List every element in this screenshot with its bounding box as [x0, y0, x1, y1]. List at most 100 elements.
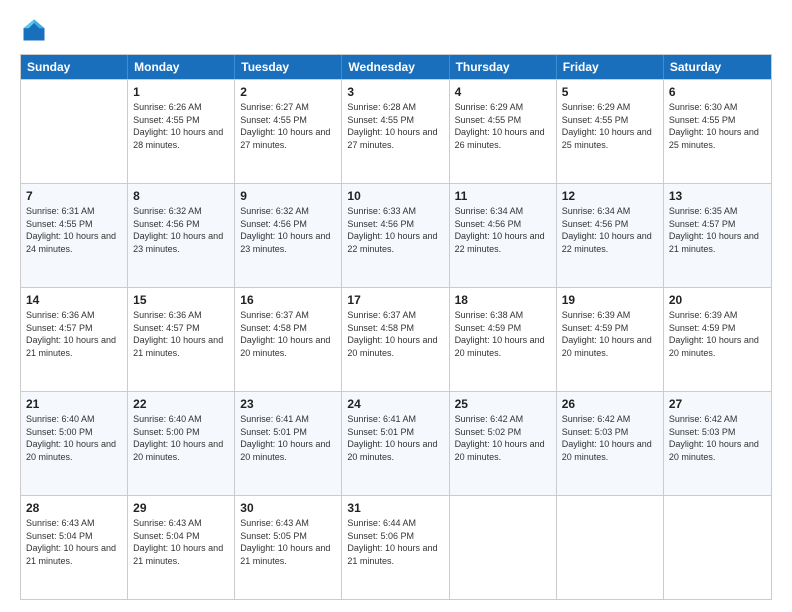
calendar-cell: 6Sunrise: 6:30 AMSunset: 4:55 PMDaylight… [664, 80, 771, 183]
day-number: 26 [562, 396, 658, 412]
calendar-cell [21, 80, 128, 183]
cell-info: Sunrise: 6:28 AMSunset: 4:55 PMDaylight:… [347, 101, 443, 151]
calendar-cell: 24Sunrise: 6:41 AMSunset: 5:01 PMDayligh… [342, 392, 449, 495]
cell-info: Sunrise: 6:43 AMSunset: 5:04 PMDaylight:… [133, 517, 229, 567]
cell-info: Sunrise: 6:26 AMSunset: 4:55 PMDaylight:… [133, 101, 229, 151]
cell-info: Sunrise: 6:39 AMSunset: 4:59 PMDaylight:… [669, 309, 766, 359]
calendar-cell [557, 496, 664, 599]
day-number: 27 [669, 396, 766, 412]
day-number: 29 [133, 500, 229, 516]
day-number: 4 [455, 84, 551, 100]
cell-info: Sunrise: 6:41 AMSunset: 5:01 PMDaylight:… [347, 413, 443, 463]
calendar-cell: 31Sunrise: 6:44 AMSunset: 5:06 PMDayligh… [342, 496, 449, 599]
header-day-thursday: Thursday [450, 55, 557, 79]
calendar: SundayMondayTuesdayWednesdayThursdayFrid… [20, 54, 772, 600]
calendar-row-4: 21 Sunrise: 6:40 AMSunset: 5:00 PMDayligh… [21, 391, 771, 495]
day-number: 23 [240, 396, 336, 412]
day-number: 2 [240, 84, 336, 100]
cell-info: Sunrise: 6:42 AMSunset: 5:02 PMDaylight:… [455, 413, 551, 463]
calendar-cell: 25Sunrise: 6:42 AMSunset: 5:02 PMDayligh… [450, 392, 557, 495]
cell-info: Sunrise: 6:36 AMSunset: 4:57 PMDaylight:… [133, 309, 229, 359]
header-day-saturday: Saturday [664, 55, 771, 79]
cell-info: Sunrise: 6:27 AMSunset: 4:55 PMDaylight:… [240, 101, 336, 151]
cell-info: Sunrise: 6:38 AMSunset: 4:59 PMDaylight:… [455, 309, 551, 359]
calendar-row-5: 28 Sunrise: 6:43 AMSunset: 5:04 PMDayligh… [21, 495, 771, 599]
day-number: 5 [562, 84, 658, 100]
calendar-cell: 12Sunrise: 6:34 AMSunset: 4:56 PMDayligh… [557, 184, 664, 287]
day-number: 30 [240, 500, 336, 516]
day-number: 8 [133, 188, 229, 204]
logo [20, 16, 52, 44]
day-number: 16 [240, 292, 336, 308]
cell-info: Sunrise: 6:41 AMSunset: 5:01 PMDaylight:… [240, 413, 336, 463]
calendar-cell: 1Sunrise: 6:26 AMSunset: 4:55 PMDaylight… [128, 80, 235, 183]
calendar-cell [664, 496, 771, 599]
cell-info: Sunrise: 6:32 AMSunset: 4:56 PMDaylight:… [240, 205, 336, 255]
page: SundayMondayTuesdayWednesdayThursdayFrid… [0, 0, 792, 612]
calendar-cell: 23Sunrise: 6:41 AMSunset: 5:01 PMDayligh… [235, 392, 342, 495]
cell-info: Sunrise: 6:36 AMSunset: 4:57 PMDaylight:… [26, 309, 122, 359]
cell-info: Sunrise: 6:32 AMSunset: 4:56 PMDaylight:… [133, 205, 229, 255]
cell-info: Sunrise: 6:39 AMSunset: 4:59 PMDaylight:… [562, 309, 658, 359]
calendar-cell: 19Sunrise: 6:39 AMSunset: 4:59 PMDayligh… [557, 288, 664, 391]
cell-info: Sunrise: 6:37 AMSunset: 4:58 PMDaylight:… [347, 309, 443, 359]
cell-info: Sunrise: 6:35 AMSunset: 4:57 PMDaylight:… [669, 205, 766, 255]
logo-icon [20, 16, 48, 44]
cell-info: Sunrise: 6:42 AMSunset: 5:03 PMDaylight:… [562, 413, 658, 463]
calendar-cell: 8Sunrise: 6:32 AMSunset: 4:56 PMDaylight… [128, 184, 235, 287]
day-number: 14 [26, 292, 122, 308]
cell-info: Sunrise: 6:34 AMSunset: 4:56 PMDaylight:… [562, 205, 658, 255]
day-number: 6 [669, 84, 766, 100]
day-number: 7 [26, 188, 122, 204]
day-number: 24 [347, 396, 443, 412]
cell-info: Sunrise: 6:42 AMSunset: 5:03 PMDaylight:… [669, 413, 766, 463]
day-number: 3 [347, 84, 443, 100]
header-day-friday: Friday [557, 55, 664, 79]
calendar-cell: 22Sunrise: 6:40 AMSunset: 5:00 PMDayligh… [128, 392, 235, 495]
calendar-cell: 15Sunrise: 6:36 AMSunset: 4:57 PMDayligh… [128, 288, 235, 391]
day-number: 9 [240, 188, 336, 204]
day-number: 18 [455, 292, 551, 308]
calendar-cell: 2Sunrise: 6:27 AMSunset: 4:55 PMDaylight… [235, 80, 342, 183]
calendar-cell: 10Sunrise: 6:33 AMSunset: 4:56 PMDayligh… [342, 184, 449, 287]
calendar-cell: 4Sunrise: 6:29 AMSunset: 4:55 PMDaylight… [450, 80, 557, 183]
calendar-cell: 28Sunrise: 6:43 AMSunset: 5:04 PMDayligh… [21, 496, 128, 599]
header [20, 16, 772, 44]
calendar-body: 1Sunrise: 6:26 AMSunset: 4:55 PMDaylight… [21, 79, 771, 599]
calendar-cell: 18Sunrise: 6:38 AMSunset: 4:59 PMDayligh… [450, 288, 557, 391]
calendar-cell: 5Sunrise: 6:29 AMSunset: 4:55 PMDaylight… [557, 80, 664, 183]
calendar-row-2: 7Sunrise: 6:31 AMSunset: 4:55 PMDaylight… [21, 183, 771, 287]
day-number: 11 [455, 188, 551, 204]
calendar-cell: 20Sunrise: 6:39 AMSunset: 4:59 PMDayligh… [664, 288, 771, 391]
cell-info: Sunrise: 6:34 AMSunset: 4:56 PMDaylight:… [455, 205, 551, 255]
day-number: 25 [455, 396, 551, 412]
header-day-tuesday: Tuesday [235, 55, 342, 79]
cell-info: Sunrise: 6:40 AMSunset: 5:00 PMDaylight:… [133, 413, 229, 463]
cell-info: Sunrise: 6:43 AMSunset: 5:05 PMDaylight:… [240, 517, 336, 567]
cell-info: Sunrise: 6:29 AMSunset: 4:55 PMDaylight:… [562, 101, 658, 151]
day-number: 22 [133, 396, 229, 412]
day-number: 31 [347, 500, 443, 516]
calendar-cell: 29Sunrise: 6:43 AMSunset: 5:04 PMDayligh… [128, 496, 235, 599]
day-number: 10 [347, 188, 443, 204]
calendar-cell [450, 496, 557, 599]
day-number: 17 [347, 292, 443, 308]
cell-info: Sunrise: 6:33 AMSunset: 4:56 PMDaylight:… [347, 205, 443, 255]
day-number: 15 [133, 292, 229, 308]
cell-info: Sunrise: 6:30 AMSunset: 4:55 PMDaylight:… [669, 101, 766, 151]
calendar-cell: 14Sunrise: 6:36 AMSunset: 4:57 PMDayligh… [21, 288, 128, 391]
day-number: 28 [26, 500, 122, 516]
calendar-cell: 21Sunrise: 6:40 AMSunset: 5:00 PMDayligh… [21, 392, 128, 495]
calendar-cell: 30Sunrise: 6:43 AMSunset: 5:05 PMDayligh… [235, 496, 342, 599]
day-number: 20 [669, 292, 766, 308]
day-number: 13 [669, 188, 766, 204]
cell-info: Sunrise: 6:29 AMSunset: 4:55 PMDaylight:… [455, 101, 551, 151]
calendar-cell: 27Sunrise: 6:42 AMSunset: 5:03 PMDayligh… [664, 392, 771, 495]
day-number: 12 [562, 188, 658, 204]
day-number: 19 [562, 292, 658, 308]
calendar-header: SundayMondayTuesdayWednesdayThursdayFrid… [21, 55, 771, 79]
calendar-cell: 16Sunrise: 6:37 AMSunset: 4:58 PMDayligh… [235, 288, 342, 391]
day-number: 1 [133, 84, 229, 100]
calendar-cell: 17Sunrise: 6:37 AMSunset: 4:58 PMDayligh… [342, 288, 449, 391]
day-number: 21 [26, 396, 122, 412]
